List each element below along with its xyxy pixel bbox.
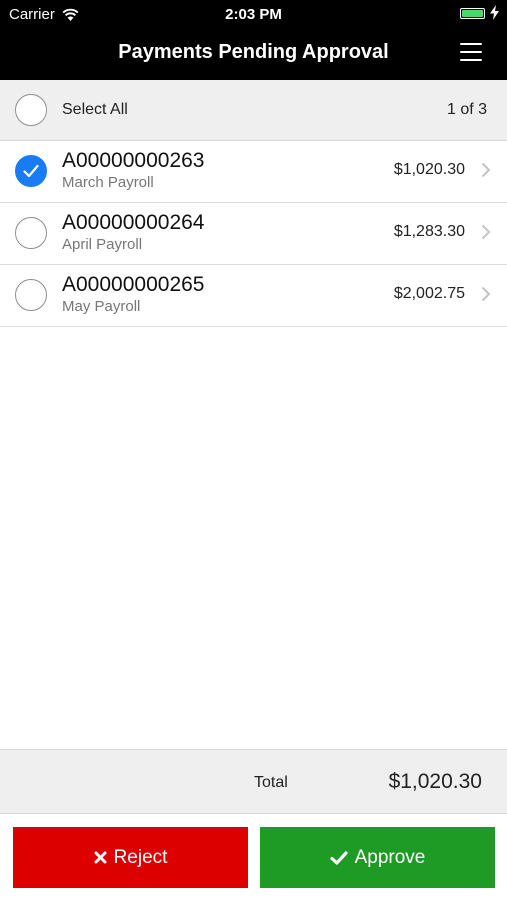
- payment-id: A00000000263: [62, 149, 205, 172]
- clock: 2:03 PM: [225, 6, 282, 23]
- chevron-right-icon: [481, 286, 491, 302]
- action-bar: Reject Approve: [0, 814, 507, 900]
- page-indicator: 1 of 3: [446, 101, 487, 118]
- payment-id: A00000000264: [62, 211, 205, 234]
- payment-description: April Payroll: [62, 236, 143, 253]
- payment-amount: $1,020.30: [393, 161, 465, 178]
- select-all-row[interactable]: Select All 1 of 3: [0, 80, 507, 141]
- payment-checkbox[interactable]: [15, 155, 47, 187]
- page-title: Payments Pending Approval: [118, 41, 389, 63]
- chevron-right-icon: [481, 224, 491, 240]
- reject-label: Reject: [113, 846, 168, 868]
- battery-icon: [460, 8, 485, 19]
- total-amount: $1,020.30: [388, 770, 482, 793]
- charging-bolt-icon: [490, 5, 499, 20]
- payment-checkbox[interactable]: [15, 217, 47, 249]
- payment-row[interactable]: A00000000265 May Payroll $2,002.75: [0, 265, 507, 327]
- total-bar: Total $1,020.30: [0, 749, 507, 814]
- approve-button[interactable]: Approve: [260, 827, 495, 888]
- status-bar: Carrier 2:03 PM: [0, 0, 507, 28]
- payment-description: May Payroll: [62, 298, 141, 315]
- approve-label: Approve: [354, 846, 426, 868]
- total-label: Total: [254, 774, 288, 791]
- select-all-checkbox[interactable]: [15, 94, 47, 126]
- payment-description: March Payroll: [62, 174, 154, 191]
- checkmark-icon: [330, 850, 348, 865]
- payment-row[interactable]: A00000000263 March Payroll $1,020.30: [0, 141, 507, 203]
- payment-row[interactable]: A00000000264 April Payroll $1,283.30: [0, 203, 507, 265]
- select-all-label: Select All: [62, 101, 128, 118]
- payment-amount: $1,283.30: [393, 223, 465, 240]
- chevron-right-icon: [481, 162, 491, 178]
- hamburger-menu-icon[interactable]: [460, 43, 482, 61]
- payment-id: A00000000265: [62, 273, 205, 296]
- navigation-bar: Payments Pending Approval: [0, 28, 507, 80]
- payment-list: A00000000263 March Payroll $1,020.30 A00…: [0, 141, 507, 327]
- payment-amount: $2,002.75: [393, 285, 465, 302]
- x-icon: [94, 851, 107, 864]
- payment-checkbox[interactable]: [15, 279, 47, 311]
- checkmark-icon: [23, 164, 39, 178]
- battery-level: [462, 10, 483, 17]
- reject-button[interactable]: Reject: [13, 827, 248, 888]
